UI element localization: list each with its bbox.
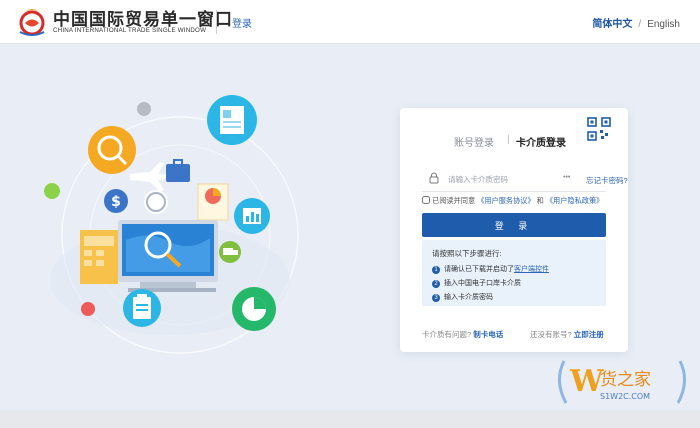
eye-icon[interactable]: ••• [563,174,570,181]
top-header: 中国国际贸易单一窗口 CHINA INTERNATIONAL TRADE SIN… [0,0,700,44]
step-text: 插入中国电子口岸卡介质 [444,280,521,287]
watermark-logo: W 货之家 S1W2C.COM [558,360,686,404]
globe-icon [144,190,168,214]
agree-and: 和 [536,196,544,205]
monitor-icon [118,220,218,292]
watermark-url: S1W2C.COM [600,392,650,401]
logo-subtitle: CHINA INTERNATIONAL TRADE SINGLE WINDOW [53,27,207,34]
steps-box: 请按照以下步骤进行: 1 请确认已下载并启动了客户端控件 2 插入中国电子口岸卡介质… [422,240,606,306]
lang-separator: / [638,19,642,30]
register-prompt: 还没有账号? 立即注册 [530,329,604,340]
qr-code-icon[interactable] [587,117,611,141]
airplane-icon [130,162,170,192]
red-dot [81,302,95,316]
lang-english[interactable]: English [647,19,680,30]
no-account-text: 还没有账号? [530,330,572,339]
step-text: 请确认已下载并启动了 [444,266,514,273]
tab-separator: | [507,134,510,145]
card-password-input[interactable] [448,170,556,188]
clipboard-icon [123,289,161,327]
language-switcher: 简体中文 / English [592,15,680,30]
login-card: 账号登录 | 卡介质登录 ••• 忘记卡密码? 已阅读并同意 《用户服务协议》 … [400,108,628,352]
step-text: 输入卡介质密码 [444,294,493,301]
service-agreement-link[interactable]: 《用户服务协议》 [477,196,535,205]
privacy-policy-link[interactable]: 《用户隐私政策》 [546,196,604,205]
header-divider [216,10,217,34]
bottom-strip [0,410,700,428]
logo-icon[interactable] [16,4,48,38]
card-phone-link[interactable]: 制卡电话 [473,330,503,339]
lock-icon [429,172,439,184]
step-number: 3 [432,294,440,302]
step-number: 2 [432,280,440,288]
steps-title: 请按照以下步骤进行: [432,249,502,258]
step-number: 1 [432,266,440,274]
report-document-icon [197,183,229,221]
briefcase-icon [166,159,190,182]
card-footer: 卡介质有问题? 制卡电话 还没有账号? 立即注册 [422,329,606,340]
svg-text:$: $ [111,194,121,210]
globe-search-icon [88,126,136,174]
lang-chinese[interactable]: 简体中文 [592,19,632,30]
login-button[interactable]: 登 录 [422,213,606,237]
green-dot [44,183,60,199]
agree-checkbox[interactable] [422,196,430,204]
password-row: ••• 忘记卡密码? [422,166,628,192]
bar-chart-icon [234,198,270,234]
client-control-link[interactable]: 客户端控件 [514,266,549,273]
gray-dot [137,102,151,116]
step-item: 1 请确认已下载并启动了客户端控件 [432,264,549,274]
register-link[interactable]: 立即注册 [574,330,604,339]
step-item: 2 插入中国电子口岸卡介质 [432,278,521,288]
tab-account-login[interactable]: 账号登录 [454,134,494,149]
tab-card-login[interactable]: 卡介质登录 [516,134,566,149]
document-icon [207,95,257,145]
agreement-row: 已阅读并同意 《用户服务协议》 和 《用户隐私政策》 [422,196,622,206]
pie-chart-icon [232,287,276,331]
watermark-brand: 货之家 [600,370,651,390]
forgot-password-link[interactable]: 忘记卡密码? [586,175,628,186]
truck-icon [219,241,241,263]
calculator-icon [80,230,118,284]
dollar-icon: $ [104,189,128,213]
header-login-link[interactable]: 登录 [232,15,252,30]
step-item: 3 输入卡介质密码 [432,292,493,302]
agree-prefix: 已阅读并同意 [432,196,476,205]
hero-illustration: $ [44,95,299,354]
card-problem-text: 卡介质有问题? [422,330,472,339]
